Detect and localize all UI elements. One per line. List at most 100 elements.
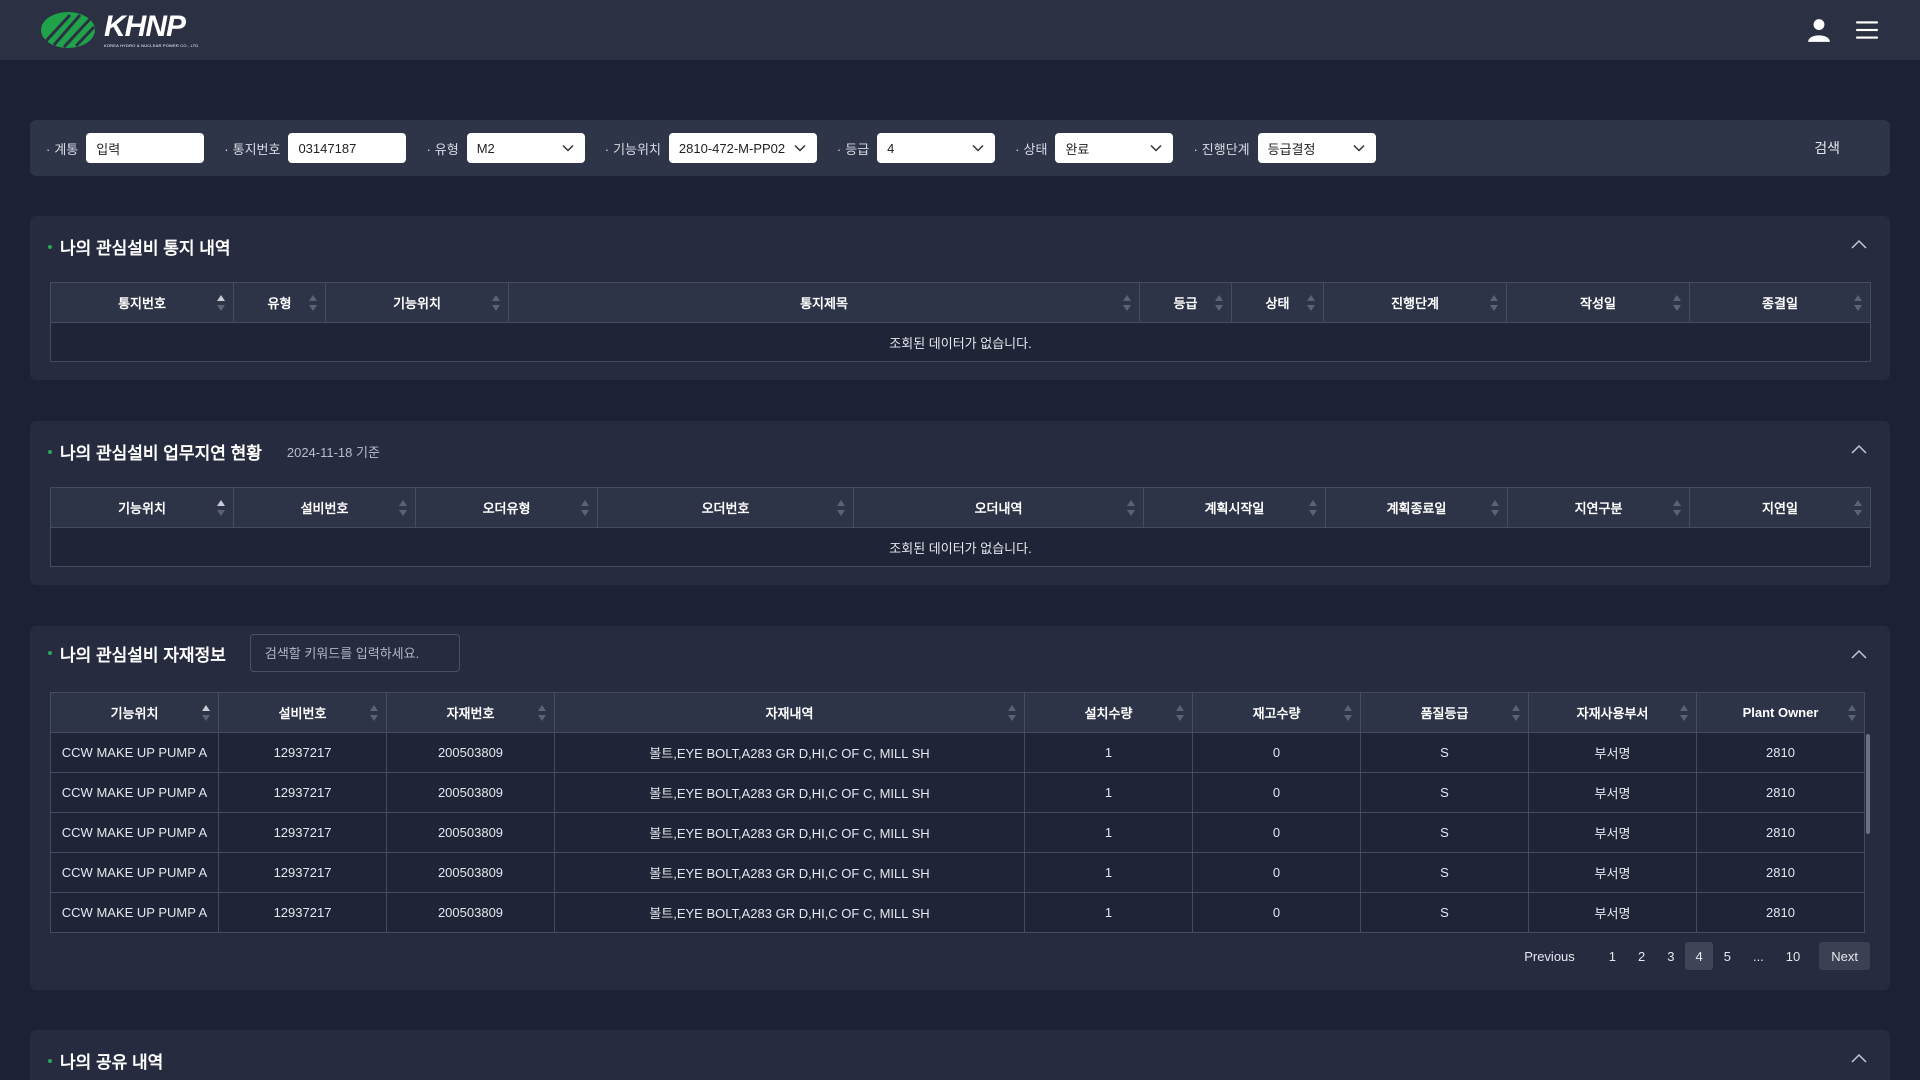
column-header[interactable]: 계획시작일 (1143, 487, 1326, 528)
sort-icon (202, 705, 210, 721)
table-cell: 200503809 (386, 732, 555, 773)
page-2[interactable]: 2 (1627, 942, 1656, 970)
table-cell: 12937217 (218, 852, 387, 893)
status-select-value: 완료 (1065, 141, 1090, 157)
type-select[interactable]: M2 (466, 133, 585, 163)
column-header[interactable]: Plant Owner (1696, 692, 1865, 733)
column-header[interactable]: 기능위치 (50, 692, 219, 733)
table-cell: CCW MAKE UP PUMP A (50, 732, 219, 773)
sort-icon (1127, 500, 1135, 516)
column-header[interactable]: 계획종료일 (1325, 487, 1508, 528)
keyword-search-input[interactable] (249, 634, 460, 672)
system-input[interactable] (86, 133, 205, 163)
notice-history-table: 통지번호 유형 기능위치 통지제목 등급 상태 진행단계 작성일 종결일 조회된… (50, 282, 1871, 362)
table-cell: 200503809 (386, 812, 555, 853)
top-header: KHNP KOREA HYDRO & NUCLEAR POWER CO., LT… (0, 0, 1920, 60)
table-cell: 1 (1024, 732, 1193, 773)
chevron-up-icon[interactable] (1850, 441, 1868, 459)
column-header[interactable]: 설치수량 (1024, 692, 1193, 733)
filter-system: 계통 (46, 133, 205, 163)
column-header[interactable]: 설비번호 (218, 692, 387, 733)
table-cell: 200503809 (386, 852, 555, 893)
notice-number-input[interactable] (288, 133, 407, 163)
column-header[interactable]: 자재사용부서 (1528, 692, 1697, 733)
grade-select[interactable]: 4 (877, 133, 996, 163)
column-header[interactable]: 유형 (233, 282, 326, 323)
table-scrollbar[interactable] (1864, 734, 1870, 934)
column-header[interactable]: 통지번호 (50, 282, 234, 323)
filter-notice-number: 통지번호 (224, 133, 407, 163)
column-header[interactable]: 오더유형 (415, 487, 598, 528)
page-10[interactable]: 10 (1775, 942, 1811, 970)
logo-subtext: KOREA HYDRO & NUCLEAR POWER CO., LTD (104, 43, 199, 48)
sort-icon (370, 705, 378, 721)
table-cell: 부서명 (1528, 812, 1697, 853)
column-header[interactable]: 등급 (1139, 282, 1232, 323)
table-cell: 0 (1192, 852, 1361, 893)
sort-icon (1008, 705, 1016, 721)
sort-icon (1854, 295, 1862, 311)
table-cell: S (1360, 892, 1529, 933)
column-header[interactable]: 종결일 (1689, 282, 1871, 323)
column-header[interactable]: 품질등급 (1360, 692, 1529, 733)
search-button[interactable]: 검색 (1814, 138, 1840, 158)
column-header[interactable]: 지연구분 (1507, 487, 1690, 528)
table-row[interactable]: CCW MAKE UP PUMP A 12937217 200503809 볼트… (50, 892, 1865, 933)
filter-function-location-label: 기능위치 (605, 139, 661, 158)
khnp-logo[interactable]: KHNP KOREA HYDRO & NUCLEAR POWER CO., LT… (40, 11, 198, 49)
table-row[interactable]: CCW MAKE UP PUMP A 12937217 200503809 볼트… (50, 852, 1865, 893)
work-delay-table: 기능위치 설비번호 오더유형 오더번호 오더내역 계획시작일 계획종료일 지연구… (50, 487, 1871, 567)
sort-icon (1673, 500, 1681, 516)
column-header[interactable]: 기능위치 (50, 487, 234, 528)
search-filter-bar: 계통 통지번호 유형 M2 기능위치 2810-472-M-PP02 등급 4 … (30, 120, 1890, 176)
column-header[interactable]: 자재번호 (386, 692, 555, 733)
sort-icon (1176, 705, 1184, 721)
page-ellipsis: ... (1752, 948, 1764, 964)
chevron-up-icon[interactable] (1850, 646, 1868, 664)
sort-icon (1215, 295, 1223, 311)
sort-icon (1673, 295, 1681, 311)
progress-stage-select[interactable]: 등급결정 (1257, 133, 1376, 163)
table-cell: CCW MAKE UP PUMP A (50, 852, 219, 893)
column-header[interactable]: 오더번호 (597, 487, 854, 528)
column-header[interactable]: 설비번호 (233, 487, 416, 528)
table-cell: 부서명 (1528, 852, 1697, 893)
page-3[interactable]: 3 (1656, 942, 1685, 970)
function-location-select[interactable]: 2810-472-M-PP02 (668, 133, 817, 163)
column-header[interactable]: 작성일 (1506, 282, 1690, 323)
previous-page-button[interactable]: Previous (1513, 942, 1586, 970)
table-cell: 1 (1024, 812, 1193, 853)
panel-title: 나의 공유 내역 (60, 1053, 164, 1072)
table-cell: 12937217 (218, 892, 387, 933)
table-row[interactable]: CCW MAKE UP PUMP A 12937217 200503809 볼트… (50, 732, 1865, 773)
hamburger-menu-icon[interactable] (1854, 17, 1880, 43)
column-header[interactable]: 기능위치 (325, 282, 509, 323)
table-cell: 볼트,EYE BOLT,A283 GR D,HI,C OF C, MILL SH (554, 812, 1025, 853)
table-cell: 2810 (1696, 772, 1865, 813)
column-header[interactable]: 오더내역 (853, 487, 1144, 528)
page-4-current[interactable]: 4 (1685, 942, 1713, 970)
chevron-up-icon[interactable] (1850, 236, 1868, 254)
page-5[interactable]: 5 (1713, 942, 1742, 970)
user-icon[interactable] (1806, 17, 1832, 43)
scrollbar-thumb[interactable] (1866, 734, 1870, 834)
table-row[interactable]: CCW MAKE UP PUMP A 12937217 200503809 볼트… (50, 812, 1865, 853)
work-delay-panel: 나의 관심설비 업무지연 현황 2024-11-18 기준 기능위치 설비번호 … (30, 421, 1890, 585)
page-1[interactable]: 1 (1598, 942, 1627, 970)
status-select[interactable]: 완료 (1055, 133, 1174, 163)
table-row[interactable]: CCW MAKE UP PUMP A 12937217 200503809 볼트… (50, 772, 1865, 813)
sort-icon (1123, 295, 1131, 311)
column-header[interactable]: 상태 (1231, 282, 1324, 323)
column-header[interactable]: 지연일 (1689, 487, 1871, 528)
table-cell: 볼트,EYE BOLT,A283 GR D,HI,C OF C, MILL SH (554, 772, 1025, 813)
chevron-up-icon[interactable] (1850, 1050, 1868, 1068)
bullet-dot (48, 449, 52, 454)
table-cell: S (1360, 772, 1529, 813)
filter-system-label: 계통 (46, 139, 78, 158)
column-header[interactable]: 재고수량 (1192, 692, 1361, 733)
next-page-button[interactable]: Next (1819, 942, 1870, 970)
empty-row: 조회된 데이터가 없습니다. (50, 322, 1871, 362)
column-header[interactable]: 자재내역 (554, 692, 1025, 733)
column-header[interactable]: 진행단계 (1323, 282, 1507, 323)
column-header[interactable]: 통지제목 (508, 282, 1140, 323)
